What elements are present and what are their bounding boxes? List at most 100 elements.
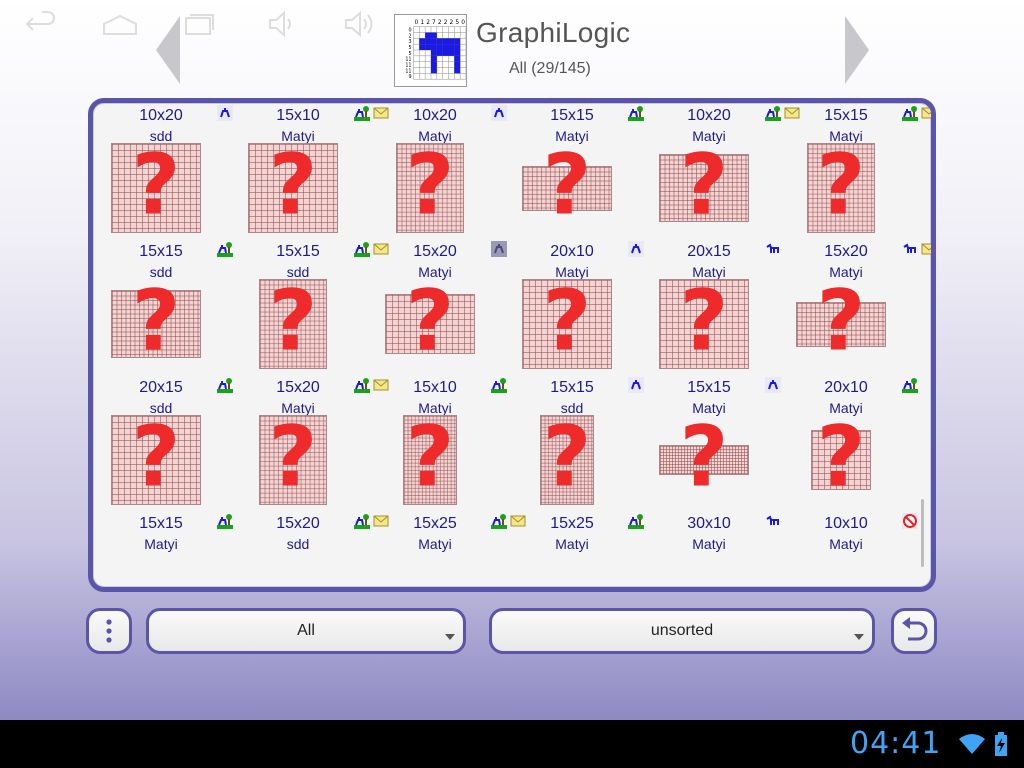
puzzle-thumbnail: ? (811, 415, 871, 499)
puzzle-cell[interactable]: ? 10x10 Matyi (796, 415, 931, 552)
puzzle-status-icons (354, 513, 389, 529)
puzzle-status-icons (628, 513, 644, 529)
undo-button[interactable] (891, 608, 937, 654)
figure-icon (765, 377, 781, 393)
overflow-menu-button[interactable] (86, 608, 132, 654)
figure-tree-icon (354, 377, 370, 393)
collection-count: All (29/145) (509, 60, 591, 77)
svg-text:2: 2 (426, 20, 430, 26)
unsolved-question-mark: ? (405, 135, 455, 234)
svg-text:5: 5 (455, 20, 459, 26)
puzzle-size: 15x15 (276, 243, 320, 260)
puzzle-cell[interactable]: ? 20x15 Matyi (659, 143, 796, 280)
unsolved-question-mark: ? (268, 407, 318, 506)
puzzle-size: 20x15 (139, 379, 183, 396)
figure-tree-icon (217, 377, 233, 393)
puzzle-size: 15x20 (276, 515, 320, 532)
puzzle-author: Matyi (829, 536, 863, 552)
previous-page-button[interactable] (156, 16, 182, 84)
puzzle-cell[interactable]: ? 15x25 Matyi (385, 415, 526, 552)
puzzle-thumbnail: ? (111, 415, 201, 505)
no-entry-icon (902, 513, 918, 529)
filter-dropdown-value: All (297, 622, 315, 639)
puzzle-cell[interactable]: ? 15x20 Matyi (796, 143, 931, 280)
svg-text:2: 2 (450, 20, 454, 26)
puzzle-status-icons (902, 241, 931, 257)
puzzle-cell[interactable]: ?15x10Matyi (385, 279, 522, 416)
puzzle-status-icons (765, 513, 781, 529)
home-button[interactable] (102, 8, 138, 40)
puzzle-status-icons (354, 241, 389, 257)
unsolved-question-mark: ? (816, 271, 866, 370)
svg-text:2: 2 (438, 20, 442, 26)
puzzle-status-icons (765, 377, 781, 393)
puzzle-size: 15x15 (550, 107, 594, 124)
puzzle-cell[interactable]: ? 20x15 sdd (111, 279, 248, 416)
battery-charging-icon (994, 732, 1008, 756)
puzzle-cell[interactable]: ? 15x20 Matyi (248, 271, 389, 416)
puzzle-cell[interactable]: ? 20x10 Matyi (522, 143, 659, 280)
figure-tree-icon (491, 513, 507, 529)
puzzle-cell[interactable]: ? 15x15 sdd (248, 135, 389, 280)
puzzle-cell[interactable]: ? 15x25 Matyi (522, 415, 659, 552)
status-clock: 04:41 (850, 726, 942, 761)
filter-dropdown[interactable]: All (146, 608, 466, 654)
scrollbar[interactable] (921, 499, 924, 567)
svg-text:2: 2 (444, 20, 448, 26)
dog-icon (902, 241, 918, 257)
envelope-icon (921, 241, 931, 257)
puzzle-status-icons (217, 105, 233, 121)
next-page-button[interactable] (843, 16, 869, 84)
dog-icon (765, 241, 781, 257)
back-button[interactable] (22, 8, 58, 40)
wifi-icon (958, 732, 986, 756)
puzzle-cell[interactable]: ?15x15Matyi (659, 279, 796, 416)
puzzle-list[interactable]: ? 10x20 sdd? 15x10 Matyi? 10x20 Matyi? 15x15 Mat… (88, 98, 936, 592)
puzzle-status-icons (354, 377, 389, 393)
puzzle-cell[interactable]: ? 15x15 sdd (522, 279, 659, 416)
puzzle-status-icons (491, 513, 526, 529)
puzzle-status-icons (628, 241, 644, 257)
svg-text:0: 0 (415, 20, 419, 26)
unsolved-question-mark: ? (816, 407, 866, 506)
puzzle-cell[interactable]: ?15x15Matyi (111, 415, 248, 552)
volume-up-button[interactable] (344, 8, 376, 40)
puzzle-author: Matyi (144, 536, 178, 552)
sort-dropdown[interactable]: unsorted (489, 608, 875, 654)
puzzle-size: 15x15 (139, 243, 183, 260)
puzzle-status-icons (217, 377, 233, 393)
puzzle-status-icons (628, 377, 644, 393)
puzzle-size: 20x10 (824, 379, 868, 396)
puzzle-thumbnail: ? (403, 415, 457, 505)
puzzle-thumbnail: ? (111, 279, 201, 363)
unsolved-question-mark: ? (679, 407, 729, 506)
figure-tree-icon (354, 241, 370, 257)
unsolved-question-mark: ? (268, 271, 318, 370)
app-logo: 0 1 2 7 2 2 2 5 0 0 2 3 5 5 11 11 11 9 (394, 14, 467, 87)
unsolved-question-mark: ? (131, 407, 181, 506)
puzzle-author: Matyi (555, 536, 589, 552)
volume-down-button[interactable] (266, 8, 294, 40)
puzzle-status-icons (628, 105, 644, 121)
svg-text:1: 1 (420, 20, 424, 26)
puzzle-cell[interactable]: ? 15x20 sdd (248, 407, 389, 552)
puzzle-cell[interactable]: ? 15x20 Matyi (385, 135, 522, 280)
puzzle-size: 10x20 (687, 107, 731, 124)
sort-dropdown-value: unsorted (650, 622, 714, 639)
puzzle-cell[interactable]: ? 15x15 sdd (111, 143, 248, 280)
svg-text:0: 0 (461, 20, 465, 26)
volume-up-icon (345, 10, 373, 38)
recents-button[interactable] (182, 8, 218, 40)
figure-tree-icon (354, 105, 370, 121)
puzzle-status-icons (765, 241, 781, 257)
figure-tree-icon (354, 513, 370, 529)
puzzle-thumbnail: ? (659, 279, 749, 369)
unsolved-question-mark: ? (268, 135, 318, 234)
unsolved-question-mark: ? (679, 271, 729, 370)
puzzle-cell[interactable]: ? 20x10 Matyi (796, 271, 931, 416)
puzzle-size: 20x10 (550, 243, 594, 260)
puzzle-size: 15x25 (413, 515, 457, 532)
puzzle-cell[interactable]: ? 30x10 Matyi (659, 407, 796, 552)
figure-icon (217, 105, 233, 121)
puzzle-status-icons (902, 377, 918, 393)
